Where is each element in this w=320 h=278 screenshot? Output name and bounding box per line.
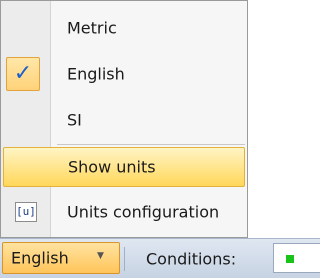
menu-item-si[interactable]: SI: [1, 97, 247, 143]
units-dropdown-button[interactable]: English ▼: [2, 242, 120, 274]
menu-item-units-configuration-label: Units configuration: [67, 202, 220, 222]
status-bar-divider: [124, 247, 125, 271]
menu-item-english[interactable]: ✓ English: [1, 51, 247, 97]
conditions-field[interactable]: [273, 243, 320, 273]
checkmark-icon: ✓: [13, 61, 33, 86]
menu-item-metric-label: Metric: [67, 18, 117, 38]
chevron-down-icon: ▼: [97, 251, 104, 261]
conditions-label: Conditions:: [146, 249, 237, 268]
conditions-status-icon: [286, 255, 294, 263]
units-config-icon: [u]: [15, 202, 37, 222]
menu-item-units-configuration[interactable]: [u] Units configuration: [1, 189, 247, 235]
menu-separator: [57, 144, 245, 145]
menu-item-metric[interactable]: Metric: [1, 5, 247, 51]
english-checked-indicator: ✓: [6, 57, 40, 91]
status-bar: English ▼ Conditions:: [0, 238, 320, 278]
menu-item-show-units-label: Show units: [68, 157, 156, 177]
menu-item-english-label: English: [67, 64, 125, 84]
units-menu: Metric ✓ English SI Show units [u] Units…: [0, 0, 248, 238]
units-dropdown-label: English: [11, 248, 69, 268]
menu-item-show-units[interactable]: Show units: [3, 147, 245, 187]
menu-item-si-label: SI: [67, 110, 82, 130]
